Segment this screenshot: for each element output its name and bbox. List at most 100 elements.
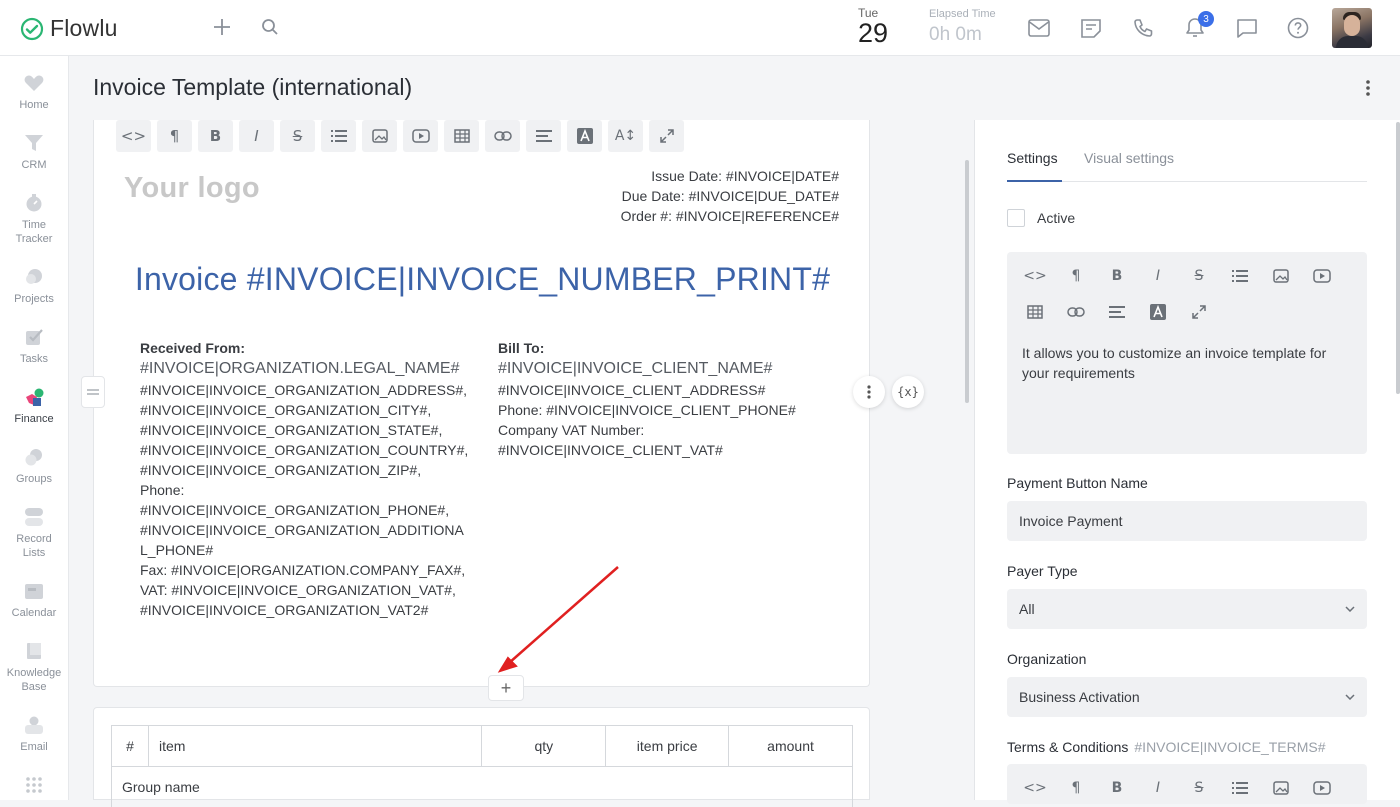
sidebar-item-finance[interactable]: Finance	[0, 388, 68, 426]
received-from-line: #INVOICE|INVOICE_ORGANIZATION_ADDITIONA	[140, 522, 464, 538]
date-display[interactable]: Tue 29	[858, 6, 888, 47]
video-button[interactable]	[1308, 264, 1336, 288]
italic-button[interactable]: I	[1144, 776, 1172, 800]
align-icon	[535, 130, 552, 142]
phone-button[interactable]	[1131, 16, 1155, 40]
paragraph-button[interactable]: ¶	[1062, 776, 1090, 800]
bold-icon: B	[1111, 780, 1123, 796]
tab-visual-settings[interactable]: Visual settings	[1084, 150, 1174, 182]
page-menu-button[interactable]	[1366, 80, 1370, 101]
text-color-button[interactable]	[1144, 300, 1172, 324]
italic-button[interactable]: I	[239, 120, 274, 152]
sidebar-more-button[interactable]	[0, 776, 68, 800]
notes-button[interactable]	[1079, 16, 1103, 40]
bill-to-line: #INVOICE|INVOICE_CLIENT_ADDRESS#	[498, 382, 766, 398]
insert-variable-button[interactable]: {x}	[892, 376, 924, 408]
sidebar-item-home[interactable]: Home	[0, 74, 68, 112]
received-from-line: #INVOICE|INVOICE_ORGANIZATION_PHONE#,	[140, 502, 450, 518]
list-button[interactable]	[1226, 264, 1254, 288]
strikethrough-icon: S	[1194, 268, 1204, 284]
description-text[interactable]: It allows you to customize an invoice te…	[1022, 343, 1357, 383]
bold-button[interactable]: B	[1103, 776, 1131, 800]
fullscreen-button[interactable]	[1185, 300, 1213, 324]
code-view-button[interactable]: <>	[1021, 264, 1049, 288]
sidebar-item-record-lists[interactable]: Record Lists	[0, 508, 68, 560]
sidebar-item-label: Finance	[14, 413, 54, 425]
received-from-line: #INVOICE|INVOICE_ORGANIZATION_STATE#,	[140, 422, 443, 438]
sidebar-item-crm[interactable]: CRM	[0, 134, 68, 172]
bill-to-line: Phone: #INVOICE|INVOICE_CLIENT_PHONE#	[498, 402, 796, 418]
table-icon	[1027, 305, 1043, 319]
create-button[interactable]	[212, 17, 232, 42]
notification-badge: 3	[1198, 11, 1214, 27]
table-button[interactable]	[444, 120, 479, 152]
invoice-header-block[interactable]: <> ¶ B I S A↕ Your logo Issue Date: #INV…	[93, 120, 870, 701]
strikethrough-button[interactable]: S	[280, 120, 315, 152]
help-button[interactable]	[1286, 16, 1310, 40]
sidebar-item-time-tracker[interactable]: Time Tracker	[0, 194, 68, 246]
sidebar-item-email[interactable]: Email	[0, 716, 68, 754]
strikethrough-button[interactable]: S	[1185, 264, 1213, 288]
items-table-block[interactable]: # item qty item price amount Group name	[93, 707, 870, 807]
terms-editor[interactable]: <> ¶ B I S	[1007, 764, 1367, 804]
font-size-button[interactable]: A↕	[608, 120, 643, 152]
active-toggle[interactable]: Active	[1007, 209, 1075, 227]
paragraph-button[interactable]: ¶	[157, 120, 192, 152]
list-icon	[1232, 782, 1248, 794]
editor-scrollbar[interactable]	[965, 160, 969, 403]
video-button[interactable]	[1308, 776, 1336, 800]
sidebar-item-tasks[interactable]: Tasks	[0, 328, 68, 366]
payer-type-select[interactable]: All	[1007, 589, 1367, 629]
bold-button[interactable]: B	[1103, 264, 1131, 288]
settings-scrollbar[interactable]	[1396, 122, 1400, 394]
code-icon: <>	[1023, 780, 1047, 796]
add-block-button[interactable]: +	[488, 675, 524, 701]
app-logo[interactable]: Flowlu	[20, 15, 118, 42]
code-view-button[interactable]: <>	[116, 120, 151, 152]
user-avatar[interactable]	[1332, 8, 1372, 48]
image-button[interactable]	[362, 120, 397, 152]
bill-to-line: #INVOICE|INVOICE_CLIENT_VAT#	[498, 442, 723, 458]
chat-button[interactable]	[1235, 16, 1259, 40]
sidebar-item-groups[interactable]: Groups	[0, 448, 68, 486]
align-button[interactable]	[526, 120, 561, 152]
finance-icon	[24, 388, 44, 406]
table-header-row: # item qty item price amount	[111, 725, 853, 767]
align-button[interactable]	[1103, 300, 1131, 324]
payment-button-name-input[interactable]: Invoice Payment	[1007, 501, 1367, 541]
sidebar-item-calendar[interactable]: Calendar	[0, 582, 68, 620]
expand-icon	[659, 129, 674, 143]
strikethrough-button[interactable]: S	[1185, 776, 1213, 800]
code-view-button[interactable]: <>	[1021, 776, 1049, 800]
active-checkbox[interactable]	[1007, 209, 1025, 227]
list-button[interactable]	[321, 120, 356, 152]
mail-button[interactable]	[1027, 16, 1051, 40]
link-button[interactable]	[485, 120, 520, 152]
record-lists-icon	[24, 508, 44, 526]
image-icon	[1273, 269, 1289, 283]
organization-select[interactable]: Business Activation	[1007, 677, 1367, 717]
tab-settings[interactable]: Settings	[1007, 150, 1062, 182]
sidebar-item-projects[interactable]: Projects	[0, 268, 68, 306]
link-button[interactable]	[1062, 300, 1090, 324]
sidebar-item-knowledge-base[interactable]: Knowledge Base	[0, 642, 68, 694]
table-button[interactable]	[1021, 300, 1049, 324]
paragraph-button[interactable]: ¶	[1062, 264, 1090, 288]
table-row[interactable]: Group name	[111, 766, 853, 807]
fullscreen-button[interactable]	[649, 120, 684, 152]
image-button[interactable]	[1267, 776, 1295, 800]
block-options-button[interactable]	[853, 376, 885, 408]
block-drag-handle[interactable]	[81, 376, 105, 408]
search-icon	[262, 19, 278, 35]
elapsed-time[interactable]: Elapsed Time 0h 0m	[929, 8, 996, 46]
text-color-button[interactable]	[567, 120, 602, 152]
column-header: item	[147, 725, 483, 767]
search-button[interactable]	[261, 18, 279, 41]
list-button[interactable]	[1226, 776, 1254, 800]
image-button[interactable]	[1267, 264, 1295, 288]
description-editor[interactable]: <> ¶ B I S It allows you to customize an…	[1007, 252, 1367, 454]
video-button[interactable]	[403, 120, 438, 152]
italic-button[interactable]: I	[1144, 264, 1172, 288]
bold-button[interactable]: B	[198, 120, 233, 152]
payment-button-name-label: Payment Button Name	[1007, 475, 1148, 491]
